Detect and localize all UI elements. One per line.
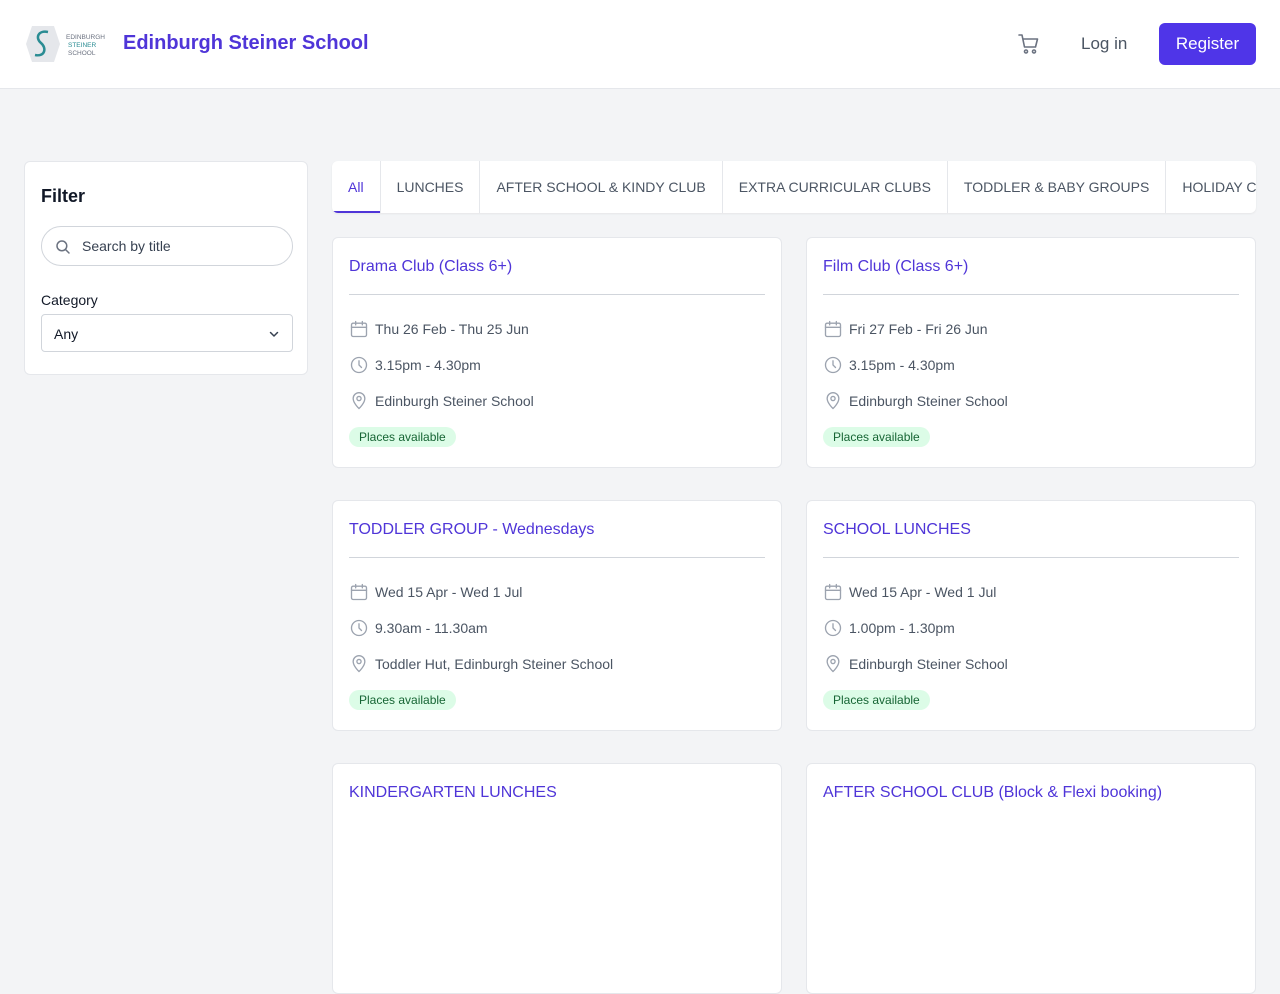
card-dates: Wed 15 Apr - Wed 1 Jul <box>349 581 522 603</box>
clock-icon <box>824 356 842 374</box>
card-location-text: Edinburgh Steiner School <box>375 393 534 409</box>
activity-card[interactable]: SCHOOL LUNCHES Wed 15 Apr - Wed 1 Jul 1.… <box>806 500 1256 731</box>
card-title[interactable]: Drama Club (Class 6+) <box>349 258 512 276</box>
calendar-icon <box>824 320 842 338</box>
card-time-text: 9.30am - 11.30am <box>375 620 488 636</box>
map-pin-icon <box>826 392 840 410</box>
card-title[interactable]: KINDERGARTEN LUNCHES <box>349 784 557 802</box>
card-dates: Thu 26 Feb - Thu 25 Jun <box>349 318 529 340</box>
calendar-icon <box>350 320 368 338</box>
tab-holiday-camps[interactable]: HOLIDAY CAMPS <box>1166 161 1256 213</box>
card-title[interactable]: AFTER SCHOOL CLUB (Block & Flexi booking… <box>823 784 1162 802</box>
school-logo[interactable]: EDINBURGH STEINER SCHOOL <box>24 24 116 64</box>
card-title[interactable]: SCHOOL LUNCHES <box>823 521 971 539</box>
login-link[interactable]: Log in <box>1081 34 1127 54</box>
register-button[interactable]: Register <box>1159 23 1256 65</box>
category-select[interactable]: Any <box>41 314 293 352</box>
activity-card[interactable]: TODDLER GROUP - Wednesdays Wed 15 Apr - … <box>332 500 782 731</box>
clock-icon <box>350 619 368 637</box>
card-dates-text: Wed 15 Apr - Wed 1 Jul <box>849 584 997 600</box>
tab-extra-curricular[interactable]: EXTRA CURRICULAR CLUBS <box>723 161 948 213</box>
brand-name[interactable]: Edinburgh Steiner School <box>123 32 369 55</box>
card-time-text: 1.00pm - 1.30pm <box>849 620 955 636</box>
tab-all[interactable]: All <box>332 161 381 213</box>
card-divider <box>349 294 765 295</box>
svg-text:STEINER: STEINER <box>68 42 96 49</box>
card-time: 3.15pm - 4.30pm <box>349 354 481 376</box>
tab-lunches[interactable]: LUNCHES <box>381 161 481 213</box>
category-value: Any <box>54 326 79 342</box>
card-location: Edinburgh Steiner School <box>823 653 1008 675</box>
card-dates: Fri 27 Feb - Fri 26 Jun <box>823 318 988 340</box>
card-title[interactable]: Film Club (Class 6+) <box>823 258 968 276</box>
clock-icon <box>824 619 842 637</box>
availability-badge: Places available <box>349 427 456 447</box>
map-pin-icon <box>826 655 840 673</box>
availability-badge: Places available <box>823 690 930 710</box>
map-pin-icon <box>352 392 366 410</box>
category-label: Category <box>41 292 98 308</box>
card-location: Edinburgh Steiner School <box>349 390 534 412</box>
shopping-cart-icon[interactable] <box>1017 32 1041 56</box>
card-time-text: 3.15pm - 4.30pm <box>375 357 481 373</box>
tab-after-school[interactable]: AFTER SCHOOL & KINDY CLUB <box>480 161 723 213</box>
card-dates: Wed 15 Apr - Wed 1 Jul <box>823 581 996 603</box>
category-tabs: All LUNCHES AFTER SCHOOL & KINDY CLUB EX… <box>332 161 1256 213</box>
card-location-text: Edinburgh Steiner School <box>849 393 1008 409</box>
availability-badge: Places available <box>349 690 456 710</box>
availability-badge: Places available <box>823 427 930 447</box>
card-time: 1.00pm - 1.30pm <box>823 617 955 639</box>
card-dates-text: Fri 27 Feb - Fri 26 Jun <box>849 321 988 337</box>
clock-icon <box>350 356 368 374</box>
svg-text:SCHOOL: SCHOOL <box>68 50 96 57</box>
card-location: Toddler Hut, Edinburgh Steiner School <box>349 653 613 675</box>
calendar-icon <box>350 583 368 601</box>
card-divider <box>823 294 1239 295</box>
card-location-text: Toddler Hut, Edinburgh Steiner School <box>375 656 614 672</box>
card-location-text: Edinburgh Steiner School <box>849 656 1008 672</box>
map-pin-icon <box>352 655 366 673</box>
filter-panel: Filter Category Any <box>24 161 308 375</box>
activity-card[interactable]: Drama Club (Class 6+) Thu 26 Feb - Thu 2… <box>332 237 782 468</box>
search-field[interactable] <box>41 226 293 266</box>
card-time-text: 3.15pm - 4.30pm <box>849 357 955 373</box>
card-dates-text: Thu 26 Feb - Thu 25 Jun <box>375 321 529 337</box>
card-time: 9.30am - 11.30am <box>349 617 488 639</box>
search-icon <box>56 240 70 254</box>
card-divider <box>823 557 1239 558</box>
card-time: 3.15pm - 4.30pm <box>823 354 955 376</box>
chevron-down-icon <box>269 331 279 337</box>
filter-title: Filter <box>41 186 86 206</box>
activity-card[interactable]: KINDERGARTEN LUNCHES <box>332 763 782 994</box>
svg-text:EDINBURGH: EDINBURGH <box>66 34 105 41</box>
search-input[interactable] <box>82 227 282 265</box>
tab-toddler-baby[interactable]: TODDLER & BABY GROUPS <box>948 161 1167 213</box>
card-dates-text: Wed 15 Apr - Wed 1 Jul <box>375 584 523 600</box>
card-location: Edinburgh Steiner School <box>823 390 1008 412</box>
site-header: EDINBURGH STEINER SCHOOL Edinburgh Stein… <box>0 0 1280 89</box>
card-divider <box>349 557 765 558</box>
activity-card[interactable]: AFTER SCHOOL CLUB (Block & Flexi booking… <box>806 763 1256 994</box>
activity-card[interactable]: Film Club (Class 6+) Fri 27 Feb - Fri 26… <box>806 237 1256 468</box>
card-title[interactable]: TODDLER GROUP - Wednesdays <box>349 521 594 539</box>
calendar-icon <box>824 583 842 601</box>
